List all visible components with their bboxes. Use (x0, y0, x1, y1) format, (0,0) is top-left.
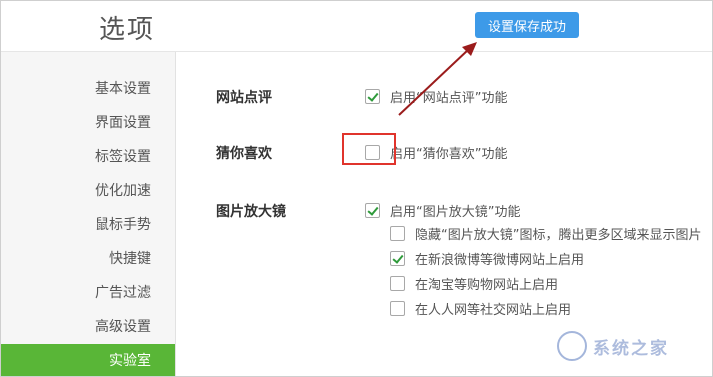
option-enable-on-social[interactable]: 在人人网等社交网站上启用 (390, 299, 572, 318)
watermark: 系统之家 (557, 331, 669, 361)
settings-panel: 网站点评 启用“网站点评”功能 猜你喜欢 启用“猜你喜欢”功能 图片放大镜 启用… (176, 52, 712, 376)
page-title: 选项 (99, 15, 156, 45)
checkbox-enable-on-shopping[interactable] (390, 275, 405, 291)
option-label: 启用“猜你喜欢”功能 (390, 146, 508, 162)
option-enable-on-weibo[interactable]: 在新浪微博等微博网站上启用 (390, 249, 585, 268)
option-enable-site-review[interactable]: 启用“网站点评”功能 (365, 87, 508, 106)
option-enable-on-shopping[interactable]: 在淘宝等购物网站上启用 (390, 274, 559, 293)
checkbox-hide-magnifier-icon[interactable] (390, 225, 405, 241)
option-label: 在新浪微博等微博网站上启用 (415, 252, 585, 268)
sidebar-item-advanced-settings[interactable]: 高级设置 (1, 310, 175, 344)
sidebar-item-optimization[interactable]: 优化加速 (1, 174, 175, 208)
sidebar-item-tab-settings[interactable]: 标签设置 (1, 140, 175, 174)
sidebar-item-mouse-gestures[interactable]: 鼠标手势 (1, 208, 175, 242)
section-label-guess-you-like: 猜你喜欢 (216, 146, 272, 162)
sidebar-item-shortcuts[interactable]: 快捷键 (1, 242, 175, 276)
checkbox-enable-on-social[interactable] (390, 300, 405, 316)
option-label: 启用“网站点评”功能 (390, 90, 508, 106)
options-window: 选项 设置保存成功 基本设置 界面设置 标签设置 优化加速 鼠标手势 快捷键 广… (0, 0, 713, 377)
watermark-logo-icon (557, 331, 587, 361)
section-label-site-review: 网站点评 (216, 90, 272, 106)
option-label: 启用“图片放大镜”功能 (390, 204, 521, 220)
header: 选项 设置保存成功 (1, 1, 712, 52)
option-hide-magnifier-icon[interactable]: 隐藏“图片放大镜”图标，腾出更多区域来显示图片 (390, 224, 702, 243)
checkbox-enable-on-weibo[interactable] (390, 250, 405, 266)
watermark-text: 系统之家 (593, 338, 669, 359)
sidebar-item-basic-settings[interactable]: 基本设置 (1, 72, 175, 106)
checkbox-enable-site-review[interactable] (365, 88, 380, 104)
option-label: 隐藏“图片放大镜”图标，腾出更多区域来显示图片 (415, 227, 702, 243)
option-label: 在人人网等社交网站上启用 (415, 302, 572, 318)
sidebar-item-interface-settings[interactable]: 界面设置 (1, 106, 175, 140)
sidebar: 基本设置 界面设置 标签设置 优化加速 鼠标手势 快捷键 广告过滤 高级设置 实… (1, 52, 176, 376)
save-success-toast: 设置保存成功 (475, 12, 579, 38)
section-label-image-magnifier: 图片放大镜 (216, 204, 286, 220)
annotation-highlight-box (342, 133, 396, 165)
sidebar-item-lab[interactable]: 实验室 (1, 344, 175, 376)
option-label: 在淘宝等购物网站上启用 (415, 277, 559, 293)
option-enable-image-magnifier[interactable]: 启用“图片放大镜”功能 (365, 201, 521, 220)
checkbox-enable-image-magnifier[interactable] (365, 202, 380, 218)
sidebar-item-ad-filter[interactable]: 广告过滤 (1, 276, 175, 310)
